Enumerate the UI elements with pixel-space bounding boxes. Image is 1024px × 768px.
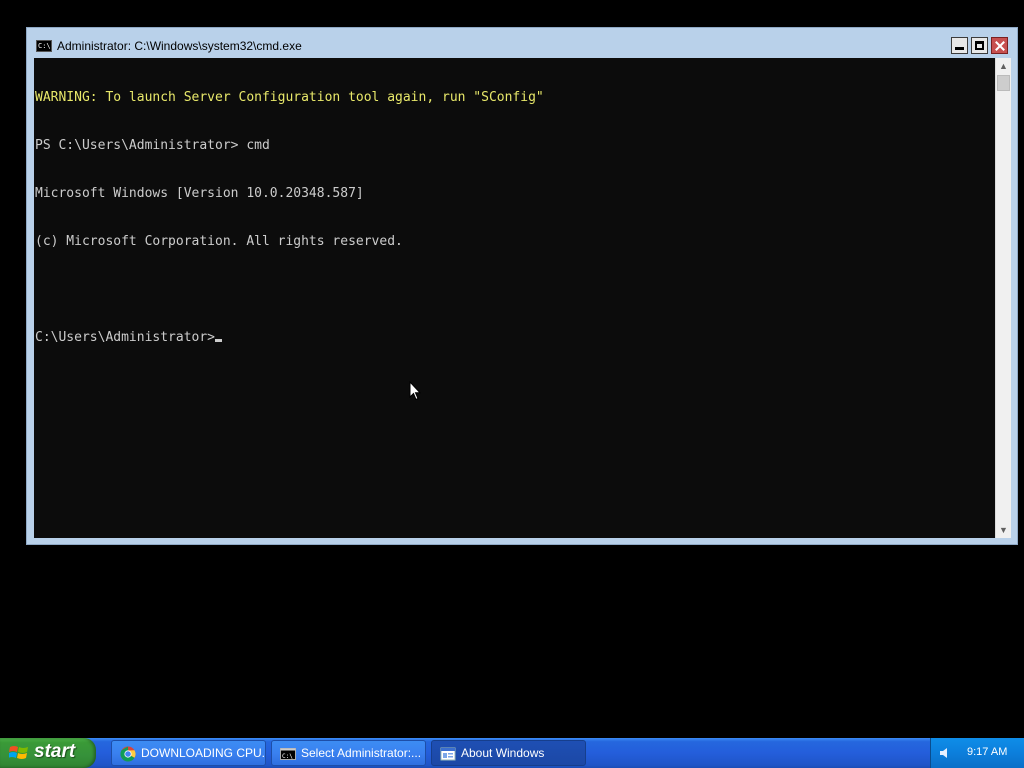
cmd-window[interactable]: C:\ Administrator: C:\Windows\system32\c… [26, 27, 1018, 545]
title-bar[interactable]: C:\ Administrator: C:\Windows\system32\c… [27, 28, 1017, 58]
vertical-scrollbar[interactable]: ▲ ▼ [995, 58, 1011, 538]
text-cursor [215, 339, 223, 342]
console-line: PS C:\Users\Administrator> cmd [35, 138, 270, 153]
console-area[interactable]: WARNING: To launch Server Configuration … [34, 58, 995, 538]
taskbar-item-label: Select Administrator:... [301, 746, 422, 760]
minimize-button[interactable] [951, 37, 968, 54]
console-prompt: C:\Users\Administrator> [35, 330, 216, 345]
close-button[interactable] [991, 37, 1008, 54]
taskbar-item-chrome[interactable]: DOWNLOADING CPU... [111, 740, 266, 766]
chrome-icon [120, 746, 136, 762]
taskbar: start DOWNLOADING CPU... C:\ Select Admi… [0, 738, 1024, 768]
start-label: start [34, 741, 76, 762]
windows-flag-icon [9, 746, 28, 759]
taskbar-item-label: About Windows [461, 746, 545, 760]
maximize-button[interactable] [971, 37, 988, 54]
console-line: Microsoft Windows [Version 10.0.20348.58… [35, 186, 364, 201]
console-line: (c) Microsoft Corporation. All rights re… [35, 234, 403, 249]
clock[interactable]: 9:17 AM [967, 746, 1007, 758]
taskbar-item-label: DOWNLOADING CPU... [141, 746, 266, 760]
taskbar-item-about-windows[interactable]: About Windows [431, 740, 586, 766]
volume-icon[interactable] [939, 746, 951, 760]
scroll-down-arrow-icon[interactable]: ▼ [996, 522, 1011, 538]
window-title: Administrator: C:\Windows\system32\cmd.e… [57, 39, 302, 53]
console-line: WARNING: To launch Server Configuration … [35, 90, 544, 105]
cmd-icon: C:\ [36, 40, 52, 52]
cmd-icon: C:\ [280, 748, 296, 760]
svg-text:C:\: C:\ [282, 753, 293, 760]
scroll-thumb[interactable] [997, 75, 1010, 91]
console-prompt-line: C:\Users\Administrator> [35, 330, 544, 346]
console-output: WARNING: To launch Server Configuration … [35, 58, 544, 378]
start-button[interactable]: start [0, 738, 96, 768]
taskbar-item-cmd[interactable]: C:\ Select Administrator:... [271, 740, 426, 766]
scroll-up-arrow-icon[interactable]: ▲ [996, 58, 1011, 74]
window-icon [440, 747, 456, 761]
mouse-pointer-icon [409, 381, 421, 401]
system-tray: 9:17 AM [930, 738, 1024, 768]
